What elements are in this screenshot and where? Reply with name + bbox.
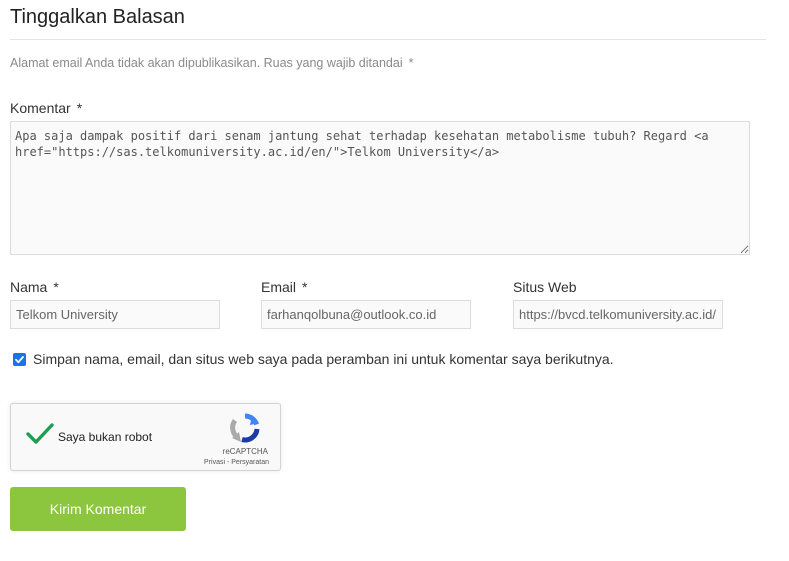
save-info-checkbox[interactable] <box>13 352 26 366</box>
recaptcha-widget: Saya bukan robot reCAPTCHA Privasi - Per… <box>10 403 281 471</box>
recaptcha-label: Saya bukan robot <box>58 430 153 444</box>
name-label: Nama * <box>10 279 59 295</box>
notes-text: Alamat email Anda tidak akan dipublikasi… <box>10 56 403 70</box>
email-input[interactable] <box>261 300 471 329</box>
required-mark: * <box>53 279 59 295</box>
name-label-text: Nama <box>10 279 48 295</box>
recaptcha-checkbox[interactable] <box>26 422 54 451</box>
website-input[interactable] <box>513 300 723 329</box>
required-mark: * <box>302 279 308 295</box>
recaptcha-brand: reCAPTCHA <box>222 447 268 456</box>
comment-notes: Alamat email Anda tidak akan dipublikasi… <box>10 56 413 70</box>
submit-comment-button[interactable]: Kirim Komentar <box>10 487 186 531</box>
checkmark-icon <box>15 355 24 363</box>
email-label-text: Email <box>261 279 297 295</box>
comment-label-text: Komentar <box>10 100 71 116</box>
title-divider <box>10 39 766 40</box>
checkmark-icon <box>26 423 54 444</box>
required-mark: * <box>408 56 414 70</box>
recaptcha-terms-link[interactable]: Privasi - Persyaratan <box>204 459 269 466</box>
reply-title: Tinggalkan Balasan <box>10 6 185 28</box>
save-info-row: Simpan nama, email, dan situs web saya p… <box>13 351 614 367</box>
comment-textarea[interactable]: Apa saja dampak positif dari senam jantu… <box>10 121 750 255</box>
required-mark: * <box>76 100 83 116</box>
recaptcha-logo-icon <box>229 412 261 449</box>
website-label: Situs Web <box>513 279 577 295</box>
email-label: Email * <box>261 279 307 295</box>
comment-label: Komentar * <box>10 100 82 116</box>
save-info-label: Simpan nama, email, dan situs web saya p… <box>33 351 614 367</box>
name-input[interactable] <box>10 300 220 329</box>
